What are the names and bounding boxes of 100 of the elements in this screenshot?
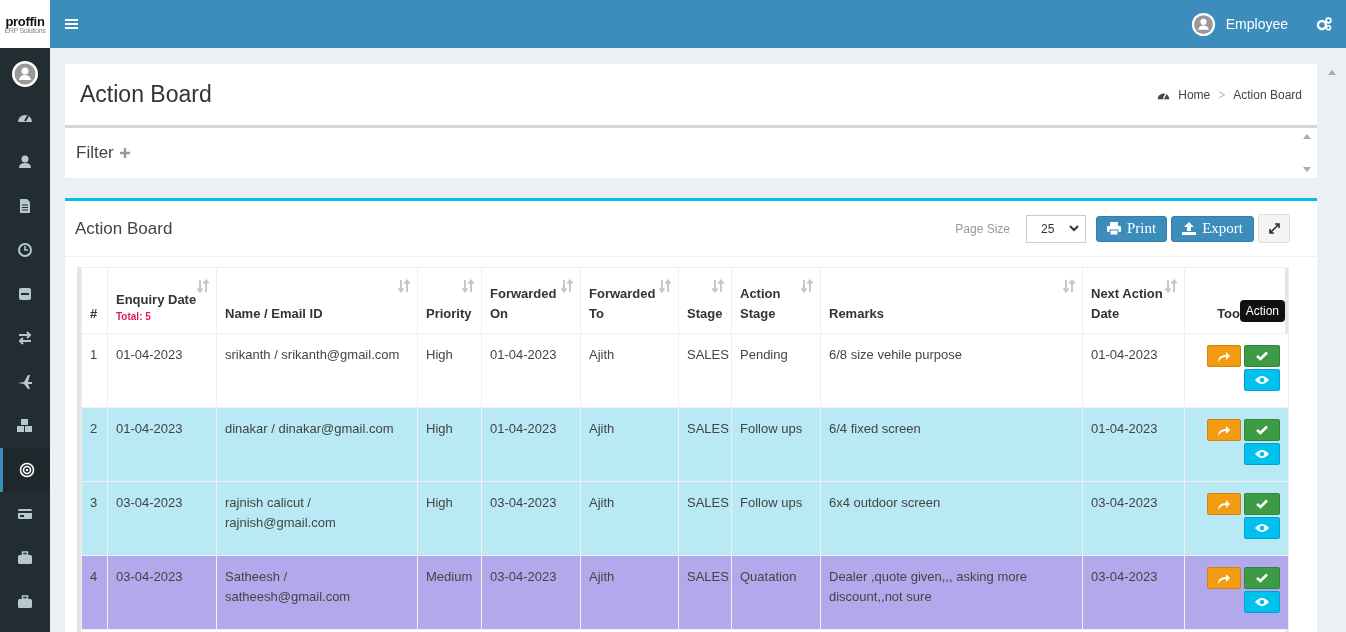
check-button[interactable] (1244, 419, 1280, 441)
column-header[interactable]: Forwarded To (580, 267, 679, 334)
share-icon (1217, 424, 1231, 436)
check-button[interactable] (1244, 493, 1280, 515)
plus-icon[interactable] (119, 148, 130, 158)
table-cell: 2 (81, 407, 108, 482)
view-button[interactable] (1244, 443, 1280, 465)
user-name[interactable]: Employee (1225, 16, 1288, 32)
eye-icon (1255, 375, 1269, 385)
share-icon (1217, 572, 1231, 584)
table-cell: Ajith (580, 481, 679, 556)
table-cell: 01-04-2023 (481, 407, 581, 482)
table-cell: Ajith (580, 333, 679, 408)
table-cell: Ajith (580, 555, 679, 630)
table-cell: Ajith (580, 407, 679, 482)
target-icon (17, 461, 36, 479)
table-cell: SALES (678, 481, 732, 556)
print-button[interactable]: Print (1096, 215, 1168, 242)
table-cell: rajnish calicut / rajnish@gmail.com (216, 481, 418, 556)
share-icon (1217, 498, 1231, 510)
check-icon (1256, 499, 1268, 509)
check-icon (1256, 573, 1268, 583)
view-button[interactable] (1244, 591, 1280, 613)
scroll-up-icon[interactable] (1327, 70, 1336, 75)
column-header[interactable]: Priority (417, 267, 482, 334)
view-button[interactable] (1244, 517, 1280, 539)
share-icon (1217, 350, 1231, 362)
upload-icon (1182, 222, 1197, 235)
cubes-icon (16, 417, 34, 435)
table-cell: 03-04-2023 (1082, 555, 1185, 630)
view-button[interactable] (1244, 369, 1280, 391)
column-header[interactable]: Stage (678, 267, 732, 334)
check-button[interactable] (1244, 567, 1280, 589)
table-cell: SALES (678, 333, 732, 408)
table-cell: 3 (81, 481, 108, 556)
column-header[interactable]: Next Action Date (1082, 267, 1185, 334)
briefcase-icon (16, 593, 34, 611)
scroll-down-icon[interactable] (1303, 167, 1311, 172)
tooltip: Action (1239, 300, 1285, 322)
table-cell: 6/8 size vehile purpose (820, 333, 1083, 408)
briefcase-icon (16, 549, 34, 567)
table-cell: 1 (81, 333, 108, 408)
table-cell: SALES (678, 555, 732, 630)
menu-button[interactable] (65, 18, 78, 30)
forward-button[interactable] (1207, 567, 1241, 589)
table-cell: 4 (81, 555, 108, 630)
table-cell: High (417, 481, 482, 556)
eye-icon (1255, 523, 1269, 533)
column-header[interactable]: Forwarded On (481, 267, 581, 334)
exchange-icon (16, 329, 34, 347)
table-cell: 01-04-2023 (481, 333, 581, 408)
page-size-label: Page Size (955, 221, 1010, 236)
print-icon (1107, 222, 1121, 235)
table-cell: 03-04-2023 (481, 555, 581, 630)
table-cell: 01-04-2023 (1082, 407, 1185, 482)
forward-button[interactable] (1207, 493, 1241, 515)
forward-button[interactable] (1207, 419, 1241, 441)
column-header: # (81, 267, 108, 334)
eye-icon (1255, 597, 1269, 607)
table-cell: 01-04-2023 (107, 407, 217, 482)
table-cell: 6/4 fixed screen (820, 407, 1083, 482)
table-cell: Quatation (731, 555, 821, 630)
page-size-select[interactable]: 25 (1026, 214, 1086, 243)
column-header[interactable]: Enquiry Date Total: 5 (107, 267, 217, 334)
table-cell: 01-04-2023 (1082, 333, 1185, 408)
table-cell: srikanth / srikanth@gmail.com (216, 333, 418, 408)
table-cell: SALES (678, 407, 732, 482)
settings-icon[interactable] (1316, 17, 1332, 31)
column-header[interactable]: Remarks (820, 267, 1083, 334)
column-header[interactable]: Action Stage (731, 267, 821, 334)
expand-icon (1268, 223, 1280, 234)
column-header[interactable]: Name / Email ID (216, 267, 418, 334)
table-cell: Satheesh / satheesh@gmail.com (216, 555, 418, 630)
table-cell: 03-04-2023 (107, 555, 217, 630)
check-icon (1256, 425, 1268, 435)
table-cell: High (417, 407, 482, 482)
caret-icon (1069, 225, 1079, 232)
expand-button[interactable] (1258, 214, 1290, 243)
avatar-icon[interactable] (11, 60, 39, 88)
export-button[interactable]: Export (1171, 215, 1254, 242)
table-cell: Medium (417, 555, 482, 630)
board-title: Action Board (75, 218, 173, 239)
scroll-up-icon[interactable] (1303, 134, 1311, 139)
eye-icon (1255, 449, 1269, 459)
minus-square-icon (16, 285, 34, 303)
filter-title[interactable]: Filter (76, 143, 114, 163)
table-cell: Follow ups (731, 481, 821, 556)
check-button[interactable] (1244, 345, 1280, 367)
table-cell: Dealer ,quote given,,, asking more discount,,not sure (820, 555, 1083, 630)
table-cell: 03-04-2023 (107, 481, 217, 556)
logo-text: proffin (5, 14, 45, 28)
page-title: Action Board (80, 81, 212, 108)
table-cell: Follow ups (731, 407, 821, 482)
table-cell: 03-04-2023 (1082, 481, 1185, 556)
table-cell: dinakar / dinakar@gmail.com (216, 407, 418, 482)
table-cell: 03-04-2023 (481, 481, 581, 556)
breadcrumb-link[interactable]: Home (1178, 87, 1211, 102)
total-count: Total: 5 (116, 310, 152, 324)
sidebar-item[interactable] (0, 448, 50, 492)
forward-button[interactable] (1207, 345, 1241, 367)
